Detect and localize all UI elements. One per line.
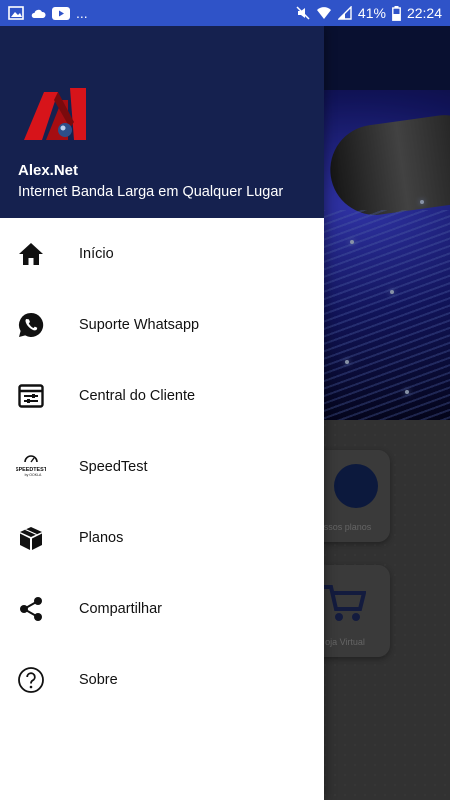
status-bar: ... 41% 22:24 bbox=[0, 0, 450, 26]
battery-percent: 41% bbox=[357, 5, 386, 21]
cloud-icon bbox=[31, 9, 46, 18]
menu-item-inicio[interactable]: Início bbox=[0, 218, 324, 289]
status-more: ... bbox=[76, 5, 88, 21]
brand-name: Alex.Net bbox=[18, 162, 79, 179]
home-icon bbox=[16, 239, 46, 269]
image-icon bbox=[8, 6, 24, 20]
help-icon bbox=[16, 665, 46, 695]
share-icon bbox=[16, 594, 46, 624]
navigation-drawer: Alex.Net Internet Banda Larga em Qualque… bbox=[0, 26, 324, 800]
speedtest-icon: SPEEDTEST by OOKLA bbox=[16, 452, 46, 482]
battery-icon bbox=[392, 5, 401, 21]
menu-item-label: Sobre bbox=[79, 671, 118, 688]
box-icon bbox=[16, 523, 46, 553]
menu-item-label: Compartilhar bbox=[79, 600, 162, 617]
menu-item-sobre[interactable]: Sobre bbox=[0, 644, 324, 715]
alexnet-logo bbox=[24, 88, 86, 140]
wifi-icon bbox=[316, 7, 331, 19]
menu-item-speedtest[interactable]: SPEEDTEST by OOKLA SpeedTest bbox=[0, 431, 324, 502]
menu-item-label: Início bbox=[79, 245, 114, 262]
menu-item-label: Suporte Whatsapp bbox=[79, 316, 200, 333]
youtube-icon bbox=[52, 6, 70, 20]
menu-item-label: SpeedTest bbox=[79, 458, 148, 475]
drawer-menu: Início Suporte Whatsapp Central do Clien… bbox=[0, 218, 324, 715]
mute-icon bbox=[296, 6, 310, 20]
client-panel-icon bbox=[16, 381, 46, 411]
status-right: 41% 22:24 bbox=[296, 5, 442, 21]
status-left: ... bbox=[8, 5, 88, 21]
menu-item-compartilhar[interactable]: Compartilhar bbox=[0, 573, 324, 644]
menu-item-central-do-cliente[interactable]: Central do Cliente bbox=[0, 360, 324, 431]
whatsapp-icon bbox=[16, 310, 46, 340]
brand-tagline: Internet Banda Larga em Qualquer Lugar bbox=[18, 184, 284, 200]
menu-item-label: Central do Cliente bbox=[79, 387, 196, 404]
clock: 22:24 bbox=[406, 5, 442, 21]
menu-item-label: Planos bbox=[79, 529, 124, 546]
drawer-header: Alex.Net Internet Banda Larga em Qualque… bbox=[0, 26, 324, 218]
signal-icon bbox=[337, 6, 352, 20]
menu-item-suporte-whatsapp[interactable]: Suporte Whatsapp bbox=[0, 289, 324, 360]
svg-text:by OOKLA: by OOKLA bbox=[25, 473, 42, 477]
menu-item-planos[interactable]: Planos bbox=[0, 502, 324, 573]
